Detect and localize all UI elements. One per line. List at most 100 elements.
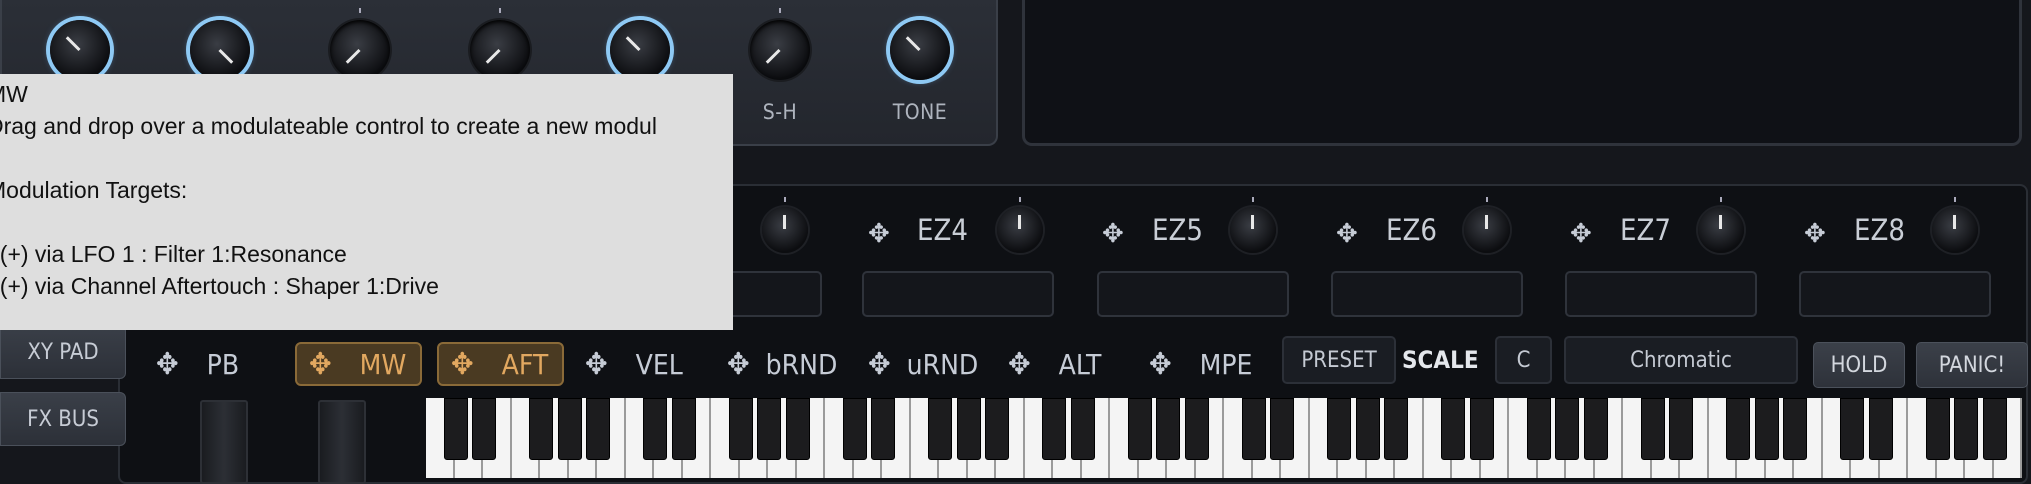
mod-wheel[interactable] <box>318 400 366 484</box>
mod-source-label: VEL <box>635 347 683 381</box>
black-key[interactable] <box>671 398 696 460</box>
black-key[interactable] <box>557 398 582 460</box>
black-key[interactable] <box>985 398 1009 460</box>
mod-source-mw[interactable]: ✥ MW <box>295 342 422 386</box>
mod-source-label: AFT <box>501 347 549 381</box>
black-key[interactable] <box>928 398 952 460</box>
macro-3-knob[interactable] <box>762 197 808 253</box>
scale-selector[interactable]: Chromatic <box>1564 336 1798 384</box>
black-key[interactable] <box>1754 398 1779 460</box>
macro-knob[interactable] <box>1698 197 1744 253</box>
macro-knob[interactable] <box>1230 197 1276 253</box>
tooltip-target: : (+) via LFO 1 : Filter 1:Resonance <box>0 241 347 267</box>
black-key[interactable] <box>757 398 781 460</box>
macro-knob[interactable] <box>1932 197 1978 253</box>
move-icon[interactable]: ✥ <box>1804 218 1826 249</box>
mod-source-alt[interactable]: ✥ ALT <box>1008 342 1101 386</box>
black-key[interactable] <box>529 398 553 460</box>
black-key[interactable] <box>1555 398 1579 460</box>
mod-source-vel[interactable]: ✥ VEL <box>585 342 683 386</box>
hold-button[interactable]: HOLD <box>1813 342 1905 388</box>
panic-button[interactable]: PANIC! <box>1916 342 2028 388</box>
mod-source-label: MPE <box>1199 347 1253 381</box>
black-key[interactable] <box>1669 398 1693 460</box>
black-key[interactable] <box>1868 398 1893 460</box>
macro-value-box[interactable] <box>1565 271 1757 317</box>
black-key[interactable] <box>956 398 981 460</box>
move-icon: ✥ <box>585 346 608 382</box>
knob-1[interactable] <box>50 20 110 80</box>
preset-button[interactable]: PRESET <box>1282 336 1396 384</box>
black-key[interactable] <box>842 398 867 460</box>
knob-3[interactable] <box>330 8 390 80</box>
move-icon: ✥ <box>156 346 179 382</box>
knob-label-sh: S-H <box>762 100 798 124</box>
xy-pad-button[interactable]: XY PAD <box>0 325 126 379</box>
knob-5[interactable] <box>610 20 670 80</box>
move-icon: ✥ <box>309 346 332 382</box>
black-key[interactable] <box>1042 398 1066 460</box>
black-key[interactable] <box>472 398 496 460</box>
macro-knob[interactable] <box>1464 197 1510 253</box>
black-key[interactable] <box>1270 398 1294 460</box>
move-icon: ✥ <box>727 346 750 382</box>
root-note-selector[interactable]: C <box>1495 336 1552 384</box>
black-key[interactable] <box>1469 398 1494 460</box>
black-key[interactable] <box>1526 398 1551 460</box>
macro-value-box[interactable] <box>862 271 1054 317</box>
move-icon[interactable]: ✥ <box>1336 218 1358 249</box>
mod-source-urnd[interactable]: ✥ uRND <box>868 342 978 386</box>
black-key[interactable] <box>871 398 895 460</box>
knob-label-tone: TONE <box>892 100 948 124</box>
knob-tone[interactable] <box>890 20 950 80</box>
knob-4[interactable] <box>470 8 530 80</box>
black-key[interactable] <box>1355 398 1380 460</box>
black-key[interactable] <box>1783 398 1807 460</box>
black-key[interactable] <box>586 398 610 460</box>
piano-keyboard[interactable] <box>426 398 2022 478</box>
black-key[interactable] <box>1127 398 1152 460</box>
pitch-bend-wheel[interactable] <box>200 400 248 484</box>
black-key[interactable] <box>1441 398 1465 460</box>
mod-source-brnd[interactable]: ✥ bRND <box>727 342 837 386</box>
black-key[interactable] <box>1726 398 1750 460</box>
macro-label: EZ6 <box>1386 213 1437 247</box>
mod-source-mpe[interactable]: ✥ MPE <box>1149 342 1252 386</box>
black-key[interactable] <box>785 398 810 460</box>
black-key[interactable] <box>1840 398 1864 460</box>
macro-value-box[interactable] <box>1097 271 1289 317</box>
move-icon[interactable]: ✥ <box>1102 218 1124 249</box>
black-key[interactable] <box>1583 398 1608 460</box>
black-key[interactable] <box>1954 398 1978 460</box>
black-key[interactable] <box>1156 398 1180 460</box>
tooltip-target: : (+) via Channel Aftertouch : Shaper 1:… <box>0 273 439 299</box>
knob-2[interactable] <box>190 20 250 80</box>
mod-source-pb[interactable]: ✥ PB <box>156 342 239 386</box>
mod-source-aft[interactable]: ✥ AFT <box>437 342 564 386</box>
black-key[interactable] <box>1241 398 1266 460</box>
fx-bus-button[interactable]: FX BUS <box>0 392 126 446</box>
black-key[interactable] <box>728 398 753 460</box>
black-key[interactable] <box>1925 398 1950 460</box>
macro-knob[interactable] <box>997 197 1043 253</box>
black-key[interactable] <box>1640 398 1665 460</box>
mod-source-label: uRND <box>906 347 979 381</box>
move-icon: ✥ <box>451 346 474 382</box>
mod-source-label: MW <box>359 347 407 381</box>
tooltip-description: Drag and drop over a modulateable contro… <box>0 113 657 139</box>
macro-value-box[interactable] <box>1331 271 1523 317</box>
black-key[interactable] <box>1070 398 1095 460</box>
black-key[interactable] <box>1982 398 2007 460</box>
mod-source-label: ALT <box>1058 347 1102 381</box>
move-icon: ✥ <box>1008 346 1031 382</box>
black-key[interactable] <box>1384 398 1408 460</box>
move-icon[interactable]: ✥ <box>868 218 890 249</box>
black-key[interactable] <box>1327 398 1351 460</box>
black-key[interactable] <box>443 398 468 460</box>
macro-value-box[interactable] <box>1799 271 1991 317</box>
mod-source-label: PB <box>206 347 240 381</box>
knob-sh[interactable] <box>750 8 810 80</box>
black-key[interactable] <box>1184 398 1209 460</box>
move-icon[interactable]: ✥ <box>1570 218 1592 249</box>
black-key[interactable] <box>643 398 667 460</box>
